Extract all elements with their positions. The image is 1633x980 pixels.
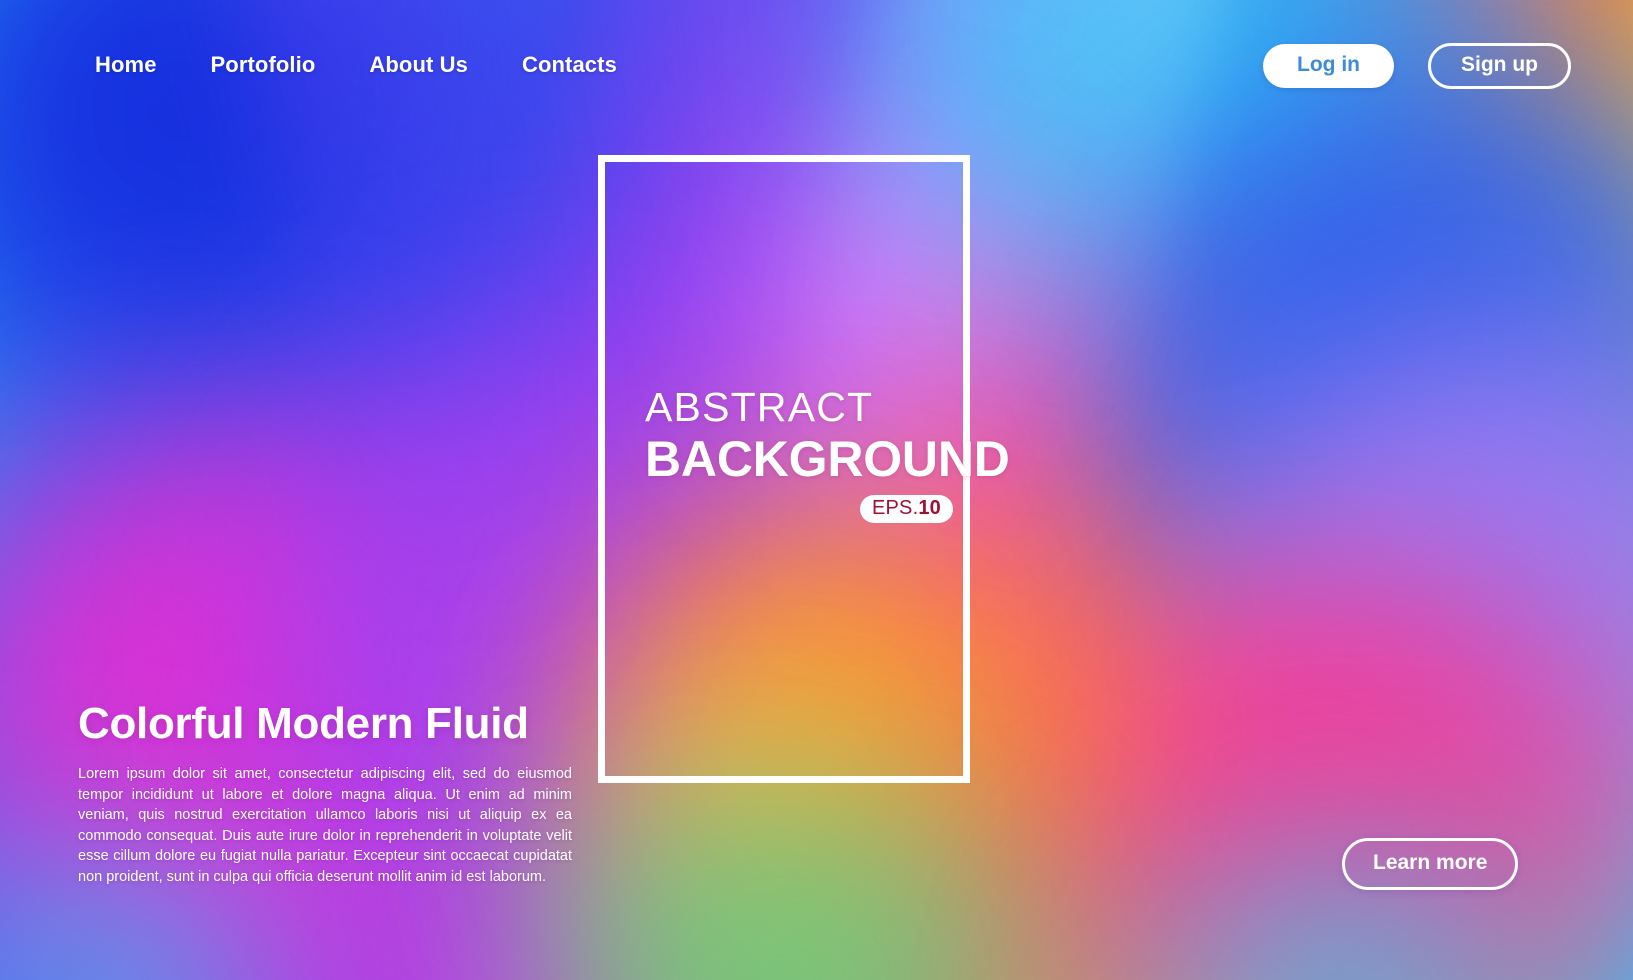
main-navigation: Home Portofolio About Us Contacts <box>95 52 617 78</box>
blob-pink-right <box>1000 560 1633 980</box>
abstract-background-card: ABSTRACT BACKGROUND EPS.10 <box>598 155 1010 783</box>
card-title: BACKGROUND <box>645 431 1010 487</box>
nav-item-contacts[interactable]: Contacts <box>522 52 617 78</box>
login-button[interactable]: Log in <box>1263 44 1394 88</box>
auth-actions: Log in Sign up <box>1263 43 1571 89</box>
landing-page: Home Portofolio About Us Contacts Log in… <box>0 0 1633 980</box>
eps-badge-prefix: EPS. <box>871 497 919 519</box>
nav-item-portofolio[interactable]: Portofolio <box>211 52 316 78</box>
nav-item-home[interactable]: Home <box>95 52 157 78</box>
blob-blue-right <box>1090 60 1633 740</box>
card-kicker: ABSTRACT <box>645 384 874 430</box>
site-header: Home Portofolio About Us Contacts Log in… <box>0 0 1633 132</box>
nav-item-about-us[interactable]: About Us <box>369 52 468 78</box>
page-title: Colorful Modern Fluid <box>78 699 529 748</box>
blob-teal-bottom-right <box>1020 830 1633 980</box>
hero-paragraph: Lorem ipsum dolor sit amet, consectetur … <box>78 766 572 885</box>
eps-version-badge: EPS.10 <box>859 495 953 523</box>
learn-more-button[interactable]: Learn more <box>1342 838 1519 890</box>
signup-button[interactable]: Sign up <box>1428 43 1571 89</box>
hero-copy: Colorful Modern Fluid Lorem ipsum dolor … <box>78 699 572 887</box>
blob-magenta-left <box>0 400 620 980</box>
eps-badge-number: 10 <box>918 497 941 519</box>
